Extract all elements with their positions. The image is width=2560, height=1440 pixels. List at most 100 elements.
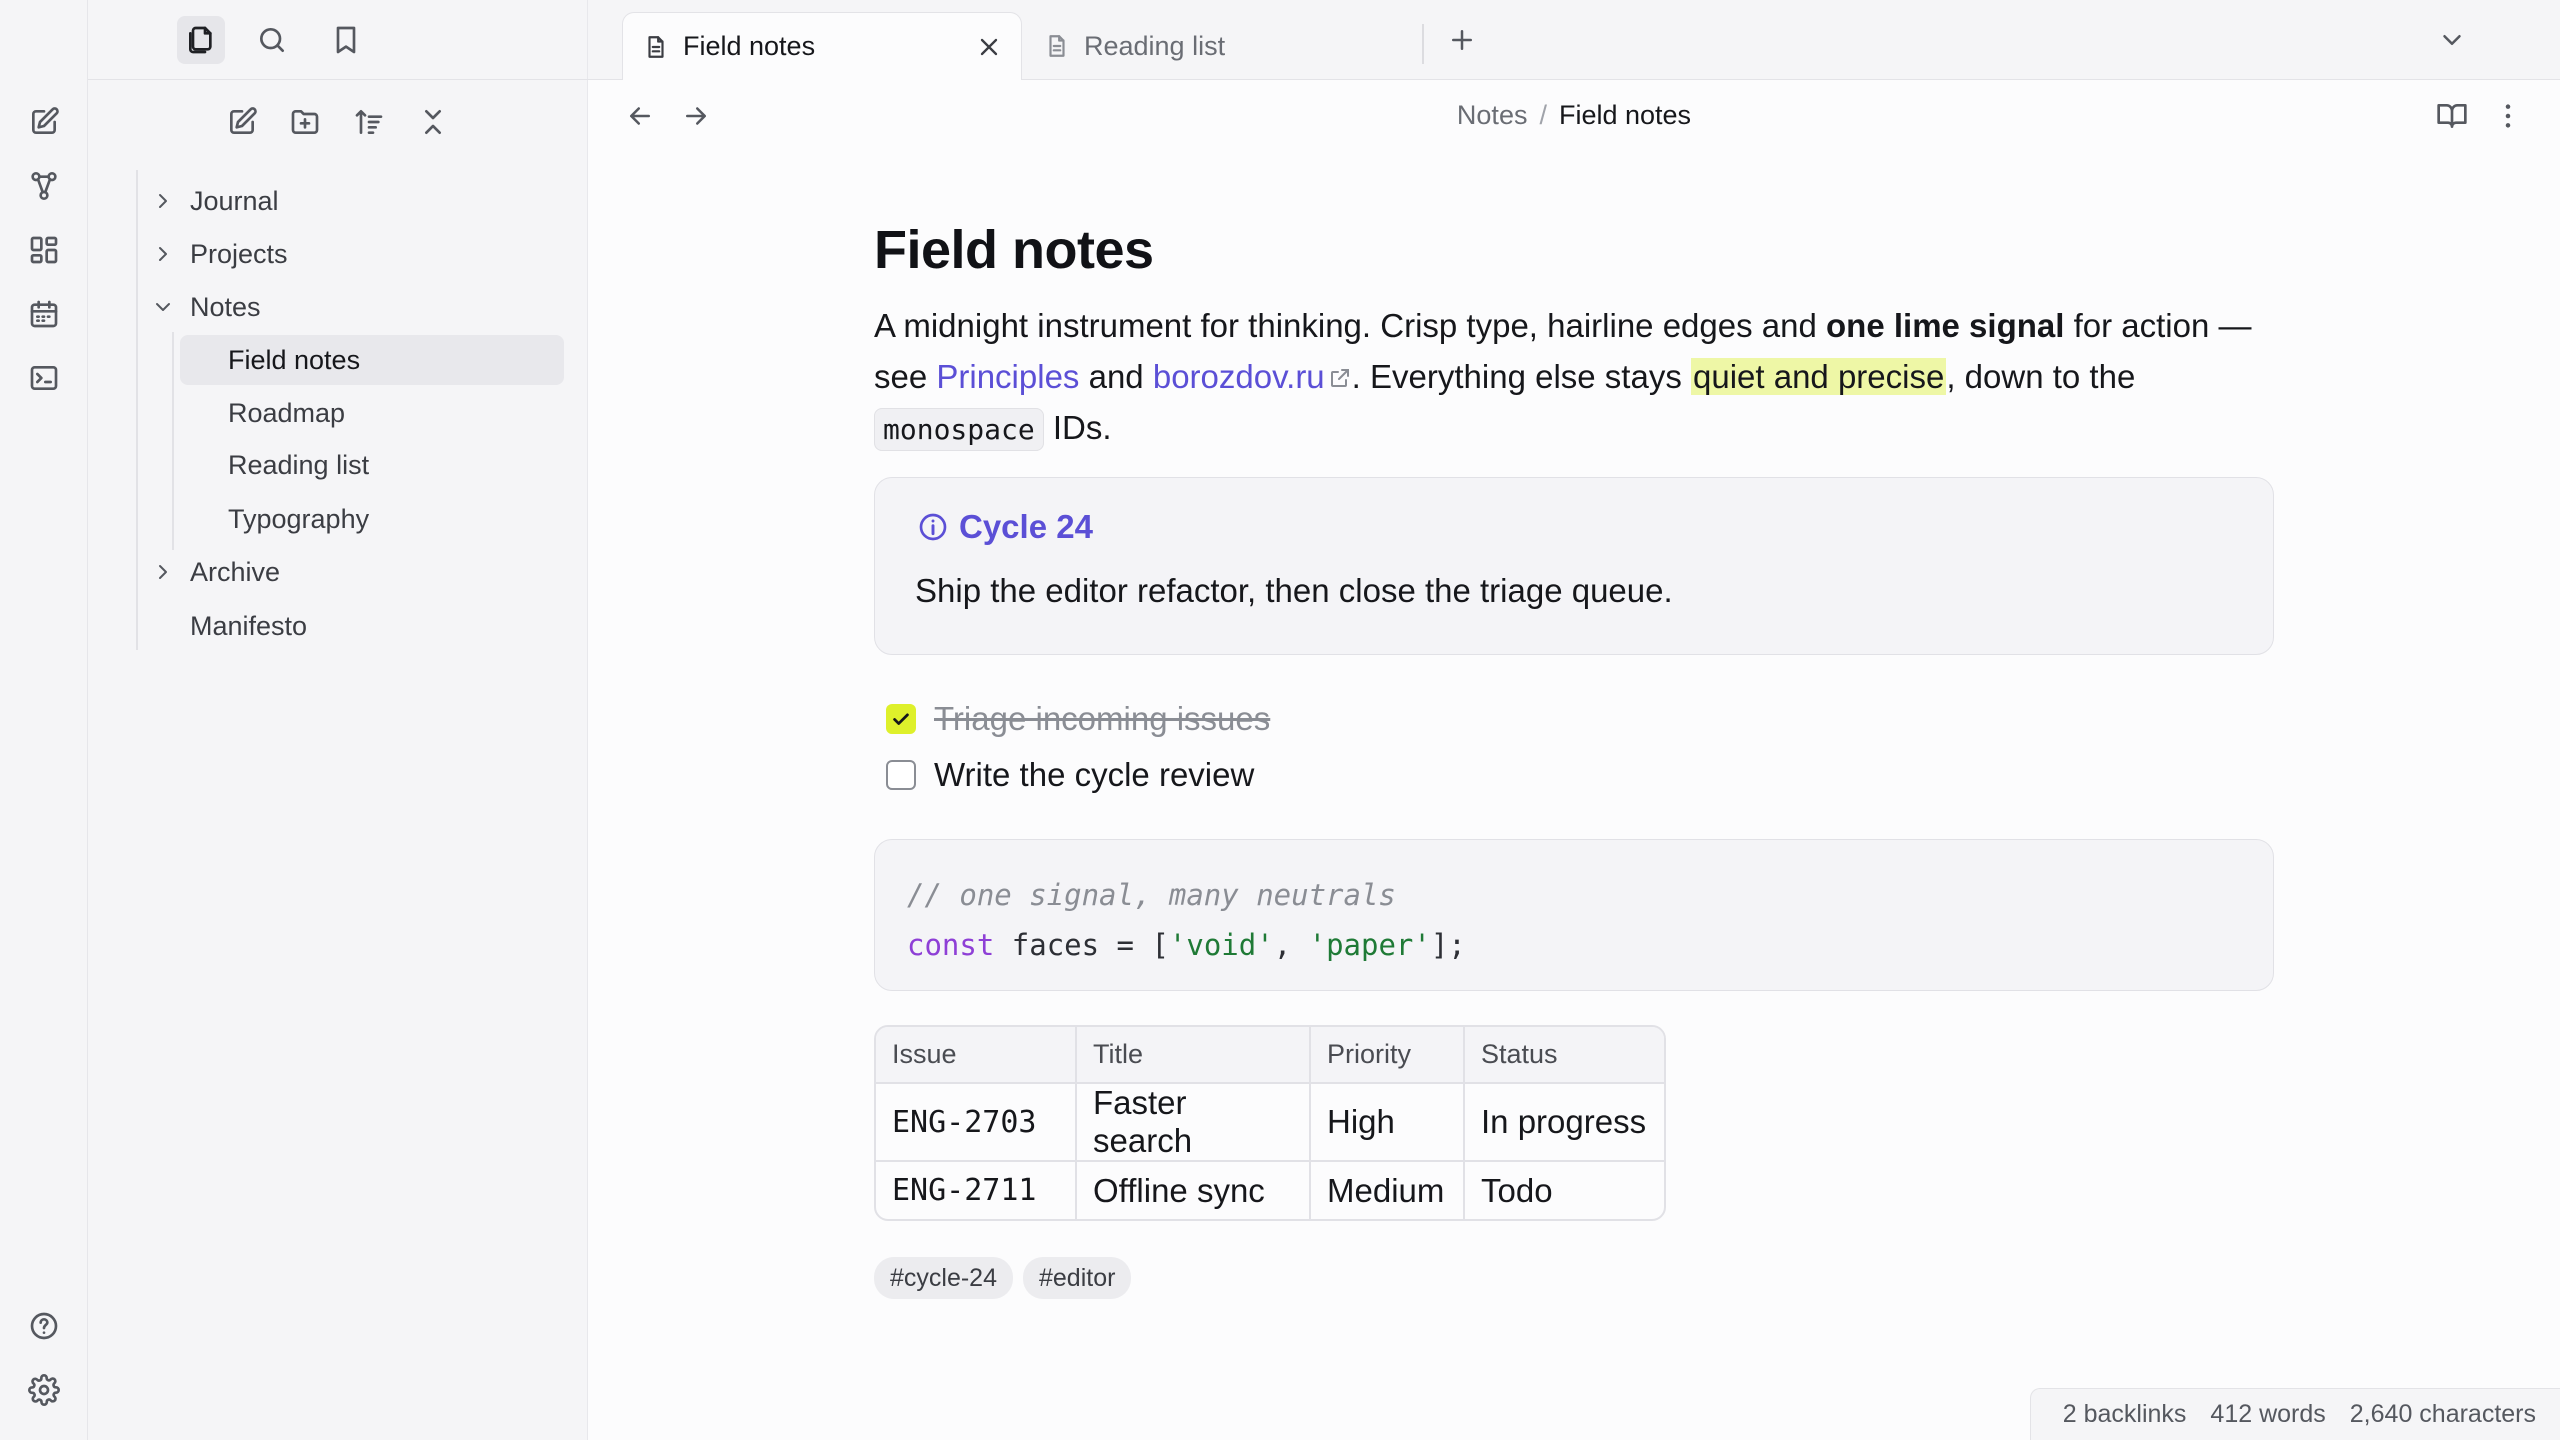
bookmark-icon[interactable] bbox=[322, 16, 370, 64]
column-header: Priority bbox=[1310, 1027, 1465, 1084]
file-label: Reading list bbox=[228, 449, 370, 480]
code-text: ]; bbox=[1430, 928, 1466, 962]
table-cell[interactable]: ENG-2703 bbox=[876, 1083, 1077, 1162]
tab-label: Reading list bbox=[1084, 30, 1226, 61]
external-link[interactable]: borozdov.ru bbox=[1153, 358, 1325, 395]
column-header: Title bbox=[1076, 1027, 1311, 1084]
note-editor[interactable]: Field notes A midnight instrument for th… bbox=[874, 210, 2274, 1299]
folder-journal[interactable]: Journal bbox=[148, 176, 568, 226]
file-typography[interactable]: Typography bbox=[180, 494, 564, 544]
tag-list: #cycle-24 #editor bbox=[874, 1257, 2274, 1299]
issues-table: Issue Title Priority Status ENG-2703 Fas… bbox=[874, 1025, 1666, 1221]
code-comment: // one signal, many neutrals bbox=[907, 878, 1396, 912]
check-icon bbox=[893, 713, 909, 725]
info-icon bbox=[919, 513, 947, 541]
code-string: 'void' bbox=[1168, 928, 1274, 962]
sidebar-header bbox=[88, 0, 588, 80]
table-cell[interactable]: In progress bbox=[1464, 1083, 1664, 1162]
tag-pill[interactable]: #editor bbox=[1023, 1257, 1132, 1299]
callout-body: Ship the editor refactor, then close the… bbox=[915, 572, 1673, 609]
new-note-icon[interactable] bbox=[222, 102, 262, 142]
table-cell[interactable]: Offline sync bbox=[1076, 1161, 1311, 1219]
backlinks-count[interactable]: 2 backlinks bbox=[2063, 1400, 2187, 1429]
word-count: 412 words bbox=[2210, 1400, 2326, 1428]
tab-bar: Field notes Reading list bbox=[588, 0, 2560, 80]
graph-icon[interactable] bbox=[24, 166, 64, 206]
table-cell[interactable]: Medium bbox=[1310, 1161, 1465, 1219]
task-text: Write the cycle review bbox=[934, 756, 1255, 793]
chevron-right-icon bbox=[148, 557, 178, 587]
breadcrumb-current[interactable]: Field notes bbox=[1559, 100, 1691, 130]
column-header: Issue bbox=[876, 1027, 1077, 1084]
chevron-right-icon bbox=[148, 186, 178, 216]
task-checkbox[interactable] bbox=[886, 760, 916, 790]
book-open-icon bbox=[2437, 104, 2467, 128]
sort-icon[interactable] bbox=[349, 102, 389, 142]
canvas-icon[interactable] bbox=[24, 230, 64, 270]
folder-label: Projects bbox=[190, 238, 288, 269]
file-icon bbox=[648, 35, 664, 58]
text: . Everything else stays bbox=[1351, 358, 1691, 395]
code-text: , bbox=[1273, 928, 1309, 962]
table-cell[interactable]: Faster search bbox=[1076, 1083, 1311, 1162]
collapse-all-icon[interactable] bbox=[413, 102, 453, 142]
inline-code: monospace bbox=[874, 408, 1044, 451]
tab-list-button[interactable] bbox=[2432, 20, 2472, 60]
column-header: Status bbox=[1464, 1027, 1664, 1084]
close-icon[interactable] bbox=[975, 33, 1003, 61]
file-manifesto[interactable]: Manifesto bbox=[148, 601, 568, 651]
breadcrumb: Notes / Field notes bbox=[588, 100, 2560, 131]
new-folder-icon[interactable] bbox=[285, 102, 325, 142]
files-icon[interactable] bbox=[177, 16, 225, 64]
search-icon[interactable] bbox=[248, 16, 296, 64]
folder-label: Notes bbox=[190, 291, 261, 322]
more-vertical-icon bbox=[2505, 104, 2511, 128]
reading-view-button[interactable] bbox=[2430, 94, 2474, 138]
table-cell[interactable]: Todo bbox=[1464, 1161, 1664, 1219]
code-string: 'paper' bbox=[1308, 928, 1431, 962]
file-roadmap[interactable]: Roadmap bbox=[180, 388, 564, 438]
table-cell[interactable]: High bbox=[1310, 1083, 1465, 1162]
note-paragraph[interactable]: A midnight instrument for thinking. Cris… bbox=[874, 300, 2274, 455]
tag-pill[interactable]: #cycle-24 bbox=[874, 1257, 1013, 1299]
new-note-icon[interactable] bbox=[24, 102, 64, 142]
help-icon[interactable] bbox=[24, 1306, 64, 1346]
new-tab-button[interactable] bbox=[1442, 20, 1482, 60]
view-header: Notes / Field notes bbox=[588, 80, 2560, 152]
code-keyword: const bbox=[907, 928, 995, 962]
text: and bbox=[1079, 358, 1153, 395]
file-field-notes[interactable]: Field notes bbox=[180, 335, 564, 385]
callout-info[interactable]: Cycle 24 Ship the editor refactor, then … bbox=[874, 477, 2274, 655]
folder-archive[interactable]: Archive bbox=[148, 547, 568, 597]
folder-notes[interactable]: Notes bbox=[148, 282, 568, 332]
more-options-button[interactable] bbox=[2486, 94, 2530, 138]
tab-field-notes[interactable]: Field notes bbox=[622, 12, 1022, 80]
chevron-down-icon bbox=[2443, 35, 2461, 45]
tab-reading-list[interactable]: Reading list bbox=[1024, 12, 1424, 80]
bold-text: one lime signal bbox=[1826, 307, 2065, 344]
file-icon bbox=[1049, 35, 1065, 57]
code-block[interactable]: // one signal, many neutrals const faces… bbox=[874, 839, 2274, 991]
task-item: Triage incoming issues bbox=[874, 691, 2274, 747]
file-label: Field notes bbox=[228, 344, 361, 375]
tree-guide bbox=[136, 170, 138, 650]
external-link-icon bbox=[1330, 369, 1349, 387]
task-checkbox-checked[interactable] bbox=[886, 704, 916, 734]
file-explorer-sidebar: Journal Projects Notes Field notes Roadm… bbox=[88, 0, 588, 1440]
calendar-icon[interactable] bbox=[24, 294, 64, 334]
file-reading-list[interactable]: Reading list bbox=[180, 440, 564, 490]
folder-label: Archive bbox=[190, 556, 281, 587]
code-line: const faces = ['void', 'paper']; bbox=[907, 920, 2273, 970]
task-text: Triage incoming issues bbox=[934, 700, 1271, 737]
callout-title: Cycle 24 bbox=[917, 508, 1093, 546]
table-cell[interactable]: ENG-2711 bbox=[876, 1161, 1077, 1219]
table-row: ENG-2711 Offline sync Medium Todo bbox=[876, 1161, 1664, 1219]
internal-link-principles[interactable]: Principles bbox=[936, 358, 1079, 395]
note-title[interactable]: Field notes bbox=[874, 210, 2274, 290]
breadcrumb-parent[interactable]: Notes bbox=[1457, 100, 1528, 130]
terminal-icon[interactable] bbox=[24, 358, 64, 398]
plus-icon bbox=[1452, 30, 1472, 50]
settings-icon[interactable] bbox=[24, 1370, 64, 1410]
folder-label: Journal bbox=[190, 185, 279, 216]
folder-projects[interactable]: Projects bbox=[148, 229, 568, 279]
